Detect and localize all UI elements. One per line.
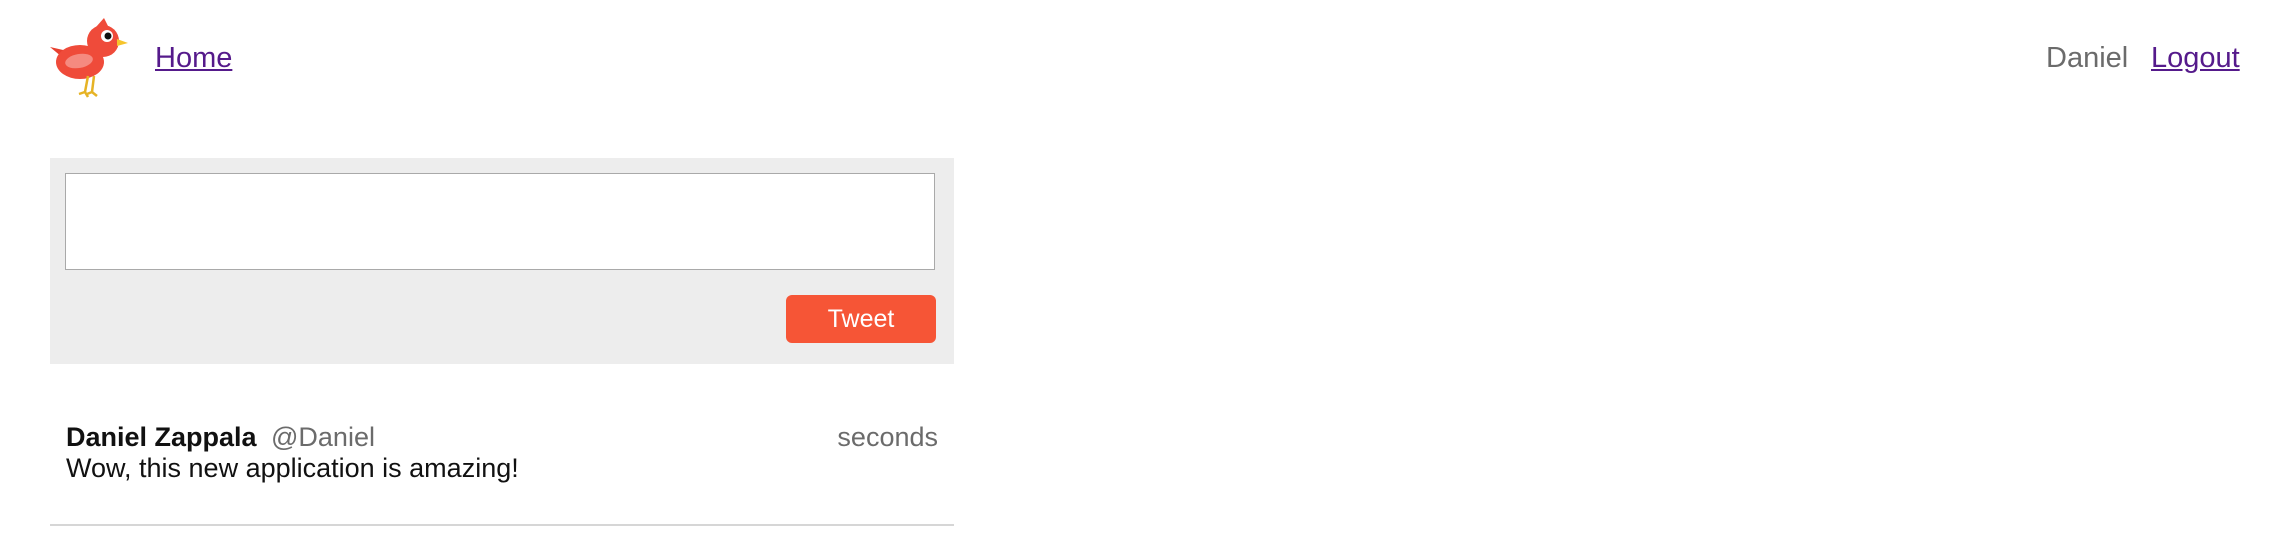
tweet-author-handle: @Daniel xyxy=(271,422,375,452)
top-nav-bar: Home Daniel Logout xyxy=(0,0,2292,120)
tweet-list-item: Daniel Zappala @Daniel seconds Wow, this… xyxy=(50,400,954,526)
tweet-author-name: Daniel Zappala xyxy=(66,422,257,452)
nav-home-link[interactable]: Home xyxy=(155,42,232,75)
compose-tweet-panel: Tweet xyxy=(50,158,954,364)
nav-logout-link[interactable]: Logout xyxy=(2151,42,2240,75)
tweet-timestamp: seconds xyxy=(837,422,938,452)
current-user-name: Daniel xyxy=(2046,42,2129,74)
tweet-button[interactable]: Tweet xyxy=(786,295,936,343)
app-page: Home Daniel Logout Tweet Daniel Zappala … xyxy=(0,0,2292,544)
red-bird-logo-icon[interactable] xyxy=(46,18,128,102)
tweet-compose-input[interactable] xyxy=(65,173,935,270)
tweet-text: Wow, this new application is amazing! xyxy=(66,453,519,483)
